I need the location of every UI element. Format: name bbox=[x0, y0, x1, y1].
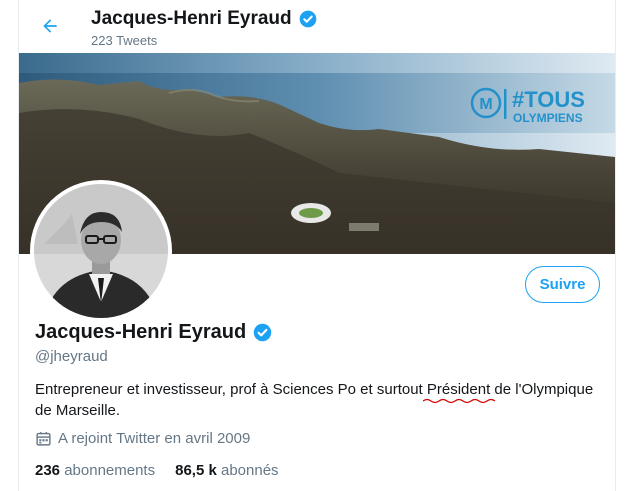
avatar-photo bbox=[34, 184, 168, 318]
followers-label: abonnés bbox=[221, 462, 279, 479]
header-name: Jacques-Henri Eyraud bbox=[91, 8, 318, 30]
bio-text-start: Entrepreneur et investisseur, prof à Sci… bbox=[35, 381, 427, 398]
profile-header-bar: Jacques-Henri Eyraud 223 Tweets bbox=[19, 0, 615, 53]
following-link[interactable]: 236 abonnements bbox=[35, 462, 155, 479]
back-arrow-icon bbox=[43, 19, 57, 33]
join-date-text: A rejoint Twitter en avril 2009 bbox=[58, 430, 251, 447]
profile-name: Jacques-Henri Eyraud bbox=[35, 321, 273, 344]
follow-button[interactable]: Suivre bbox=[525, 266, 600, 303]
avatar[interactable] bbox=[30, 180, 172, 322]
profile-name-text: Jacques-Henri Eyraud bbox=[35, 321, 247, 343]
calendar-icon bbox=[36, 432, 51, 446]
svg-text:M: M bbox=[479, 96, 492, 113]
back-button[interactable] bbox=[37, 13, 63, 39]
profile-bio: Entrepreneur et investisseur, prof à Sci… bbox=[35, 379, 595, 421]
right-border bbox=[615, 0, 616, 491]
header-name-text: Jacques-Henri Eyraud bbox=[91, 8, 292, 29]
spellcheck-underline bbox=[422, 398, 496, 404]
bio-highlight-word: Président bbox=[426, 381, 491, 398]
following-count: 236 bbox=[35, 462, 61, 479]
banner-hashtag-line1: #TOUS bbox=[512, 87, 585, 112]
verified-badge-icon bbox=[299, 10, 316, 28]
tweet-count: 223 Tweets bbox=[91, 33, 158, 48]
verified-badge-icon bbox=[253, 323, 272, 342]
profile-handle: @jheyraud bbox=[35, 348, 108, 365]
join-date: A rejoint Twitter en avril 2009 bbox=[35, 430, 250, 447]
following-label: abonnements bbox=[64, 462, 156, 479]
followers-link[interactable]: 86,5 k abonnés bbox=[175, 462, 278, 479]
banner-hashtag-line2: OLYMPIENS bbox=[513, 111, 583, 125]
bio-spellcheck-word: Président bbox=[422, 379, 496, 404]
follow-stats: 236 abonnements 86,5 k abonnés bbox=[35, 462, 279, 479]
followers-count: 86,5 k bbox=[175, 462, 217, 479]
